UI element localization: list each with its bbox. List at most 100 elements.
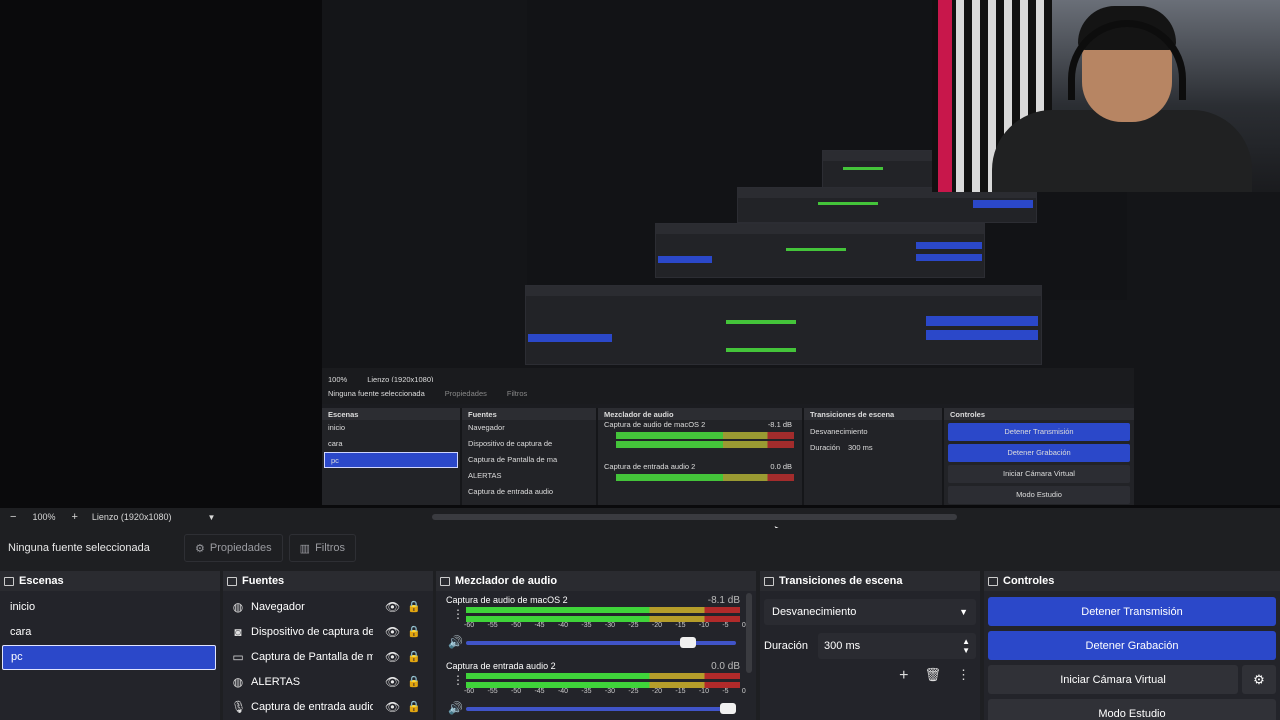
canvas-size-dropdown[interactable]: ▼ bbox=[207, 513, 215, 522]
duration-value: 300 ms bbox=[824, 640, 861, 652]
recursive-frame bbox=[525, 285, 1042, 365]
channel-menu-icon[interactable]: ⋮ bbox=[452, 674, 464, 686]
nested-scene-active: pc bbox=[324, 452, 458, 468]
channel-name: Captura de audio de macOS 2 bbox=[446, 595, 568, 605]
filters-button[interactable]: ▥ Filtros bbox=[288, 534, 357, 562]
scene-item-inicio[interactable]: inicio bbox=[0, 595, 220, 620]
nested-channel-name: Captura de audio de macOS 2 bbox=[604, 420, 706, 429]
nested-dock-title: Escenas bbox=[322, 408, 460, 420]
nested-no-source: Ninguna fuente seleccionada bbox=[328, 388, 425, 398]
source-item-alertas[interactable]: ◍ ALERTAS 👁 🔒 bbox=[223, 669, 433, 694]
more-icon[interactable]: ⋮ bbox=[957, 667, 970, 685]
properties-button[interactable]: ⚙ Propiedades bbox=[184, 534, 283, 562]
nested-duration-label: Duración bbox=[810, 443, 841, 452]
transitions-dock: Transiciones de escena Desvanecimiento ▼… bbox=[760, 571, 980, 720]
nested-scene: cara bbox=[328, 439, 343, 448]
mixer-scrollbar[interactable] bbox=[746, 593, 752, 673]
source-toolbar: Ninguna fuente seleccionada ⚙ Propiedade… bbox=[0, 528, 1280, 568]
stop-record-button[interactable]: Detener Grabación bbox=[988, 631, 1276, 660]
lock-icon[interactable]: 🔒 bbox=[407, 675, 421, 688]
recursive-frame bbox=[655, 223, 985, 278]
dock-icon bbox=[4, 576, 14, 586]
sources-title: Fuentes bbox=[242, 575, 285, 587]
eye-icon[interactable]: 👁 bbox=[385, 625, 401, 639]
scene-item-cara[interactable]: cara bbox=[0, 620, 220, 645]
volume-slider[interactable] bbox=[466, 707, 736, 711]
duration-label: Duración bbox=[764, 640, 809, 652]
virtual-camera-button[interactable]: Iniciar Cámara Virtual bbox=[988, 665, 1238, 694]
channel-menu-icon[interactable]: ⋮ bbox=[452, 608, 464, 620]
meter-scale: -60 -55 -50 -45 -40 -35 -30 -25 -20 -15 -10 -5 0 bbox=[464, 622, 746, 629]
virtual-camera-settings-button[interactable]: ⚙ bbox=[1242, 665, 1276, 694]
preview-horizontal-scrollbar[interactable] bbox=[432, 514, 957, 520]
nested-scenes-dock: Escenas inicio cara pc bbox=[322, 408, 462, 505]
sources-dock-header: Fuentes bbox=[223, 571, 433, 591]
filter-icon: ▥ bbox=[299, 542, 311, 555]
globe-icon: ◍ bbox=[232, 599, 244, 614]
volume-slider-handle[interactable] bbox=[679, 637, 696, 648]
nested-transition: Desvanecimiento bbox=[810, 427, 868, 436]
add-icon[interactable]: + bbox=[899, 667, 908, 685]
sources-dock: Fuentes ◍ Navegador 👁 🔒 ◙ Dispositivo de… bbox=[223, 571, 433, 720]
person-shirt bbox=[992, 110, 1252, 192]
gear-icon: ⚙ bbox=[1253, 671, 1265, 687]
controls-dock-header: Controles bbox=[984, 571, 1280, 591]
nested-source: Navegador bbox=[468, 423, 505, 432]
camera-icon: ◙ bbox=[234, 624, 242, 639]
nested-control-button: Detener Transmisión bbox=[948, 423, 1130, 441]
globe-icon: ◍ bbox=[232, 674, 244, 689]
mixer-channel: Captura de entrada audio 2 0.0 dB ⋮ -60-… bbox=[436, 657, 756, 720]
nested-control-button: Detener Grabación bbox=[948, 444, 1130, 462]
lock-icon[interactable]: 🔒 bbox=[407, 650, 421, 663]
lock-icon[interactable]: 🔒 bbox=[407, 625, 421, 638]
canvas-size-label: Lienzo (1920x1080) bbox=[91, 512, 172, 522]
zoom-in-button[interactable]: + bbox=[71, 511, 77, 523]
source-item-navegador[interactable]: ◍ Navegador 👁 🔒 bbox=[223, 594, 433, 619]
nested-source-bar: Ninguna fuente seleccionada Propiedades … bbox=[322, 382, 1134, 404]
speaker-icon[interactable]: 🔊 bbox=[448, 701, 463, 715]
nested-control-button: Modo Estudio bbox=[948, 486, 1130, 504]
dock-icon bbox=[440, 576, 450, 586]
scenes-dock: Escenas inicio cara pc bbox=[0, 571, 220, 720]
studio-mode-button[interactable]: Modo Estudio bbox=[988, 699, 1276, 720]
nested-channel-db: 0.0 dB bbox=[770, 462, 792, 471]
nested-dock-title: Fuentes bbox=[462, 408, 596, 420]
transition-select[interactable]: Desvanecimiento ▼ bbox=[764, 599, 976, 625]
preview-canvas[interactable]: 100% Lienzo (1920x1080) Ninguna fuente s… bbox=[0, 0, 1280, 510]
stop-stream-button[interactable]: Detener Transmisión bbox=[988, 597, 1276, 626]
dock-icon bbox=[227, 576, 237, 586]
nested-meter bbox=[616, 432, 794, 439]
spin-arrows-icon[interactable]: ▲ ▼ bbox=[962, 637, 970, 655]
mixer-title: Mezclador de audio bbox=[455, 575, 558, 587]
properties-label: Propiedades bbox=[209, 542, 272, 554]
level-meter-left bbox=[466, 607, 740, 613]
volume-slider-handle[interactable] bbox=[720, 703, 736, 714]
source-item-capture-device[interactable]: ◙ Dispositivo de captura de 👁 🔒 bbox=[223, 619, 433, 644]
transitions-title: Transiciones de escena bbox=[779, 575, 903, 587]
transition-tools: + 🗑 ⋮ bbox=[760, 667, 970, 685]
source-label: Captura de entrada audio bbox=[251, 700, 373, 713]
nested-dock-title: Transiciones de escena bbox=[804, 408, 942, 420]
nested-duration-value: 300 ms bbox=[848, 443, 873, 452]
lock-icon[interactable]: 🔒 bbox=[407, 600, 421, 613]
source-label: Captura de Pantalla de ma bbox=[251, 650, 373, 663]
nested-source: Dispositivo de captura de bbox=[468, 439, 553, 448]
eye-icon[interactable]: 👁 bbox=[385, 600, 401, 614]
gear-icon: ⚙ bbox=[195, 542, 205, 555]
channel-db: 0.0 dB bbox=[711, 661, 740, 672]
no-source-label: Ninguna fuente seleccionada bbox=[8, 542, 150, 554]
scene-item-pc[interactable]: pc bbox=[2, 645, 216, 670]
eye-icon[interactable]: 👁 bbox=[385, 700, 401, 714]
eye-icon[interactable]: 👁 bbox=[385, 650, 401, 664]
duration-spinbox[interactable]: 300 ms ▲ ▼ bbox=[818, 633, 976, 659]
nested-sources-dock: Fuentes Navegador Dispositivo de captura… bbox=[462, 408, 598, 505]
source-item-screen-capture[interactable]: ▭ Captura de Pantalla de ma 👁 🔒 bbox=[223, 644, 433, 669]
eye-icon[interactable]: 👁 bbox=[385, 675, 401, 689]
zoom-out-button[interactable]: − bbox=[10, 511, 16, 523]
trash-icon[interactable]: 🗑 bbox=[924, 667, 941, 685]
lock-icon[interactable]: 🔒 bbox=[407, 700, 421, 713]
speaker-icon[interactable]: 🔊 bbox=[448, 635, 463, 649]
source-item-audio-input[interactable]: 🎙 Captura de entrada audio 👁 🔒 bbox=[223, 694, 433, 719]
volume-slider[interactable] bbox=[466, 641, 736, 645]
source-label: Dispositivo de captura de bbox=[251, 625, 373, 638]
